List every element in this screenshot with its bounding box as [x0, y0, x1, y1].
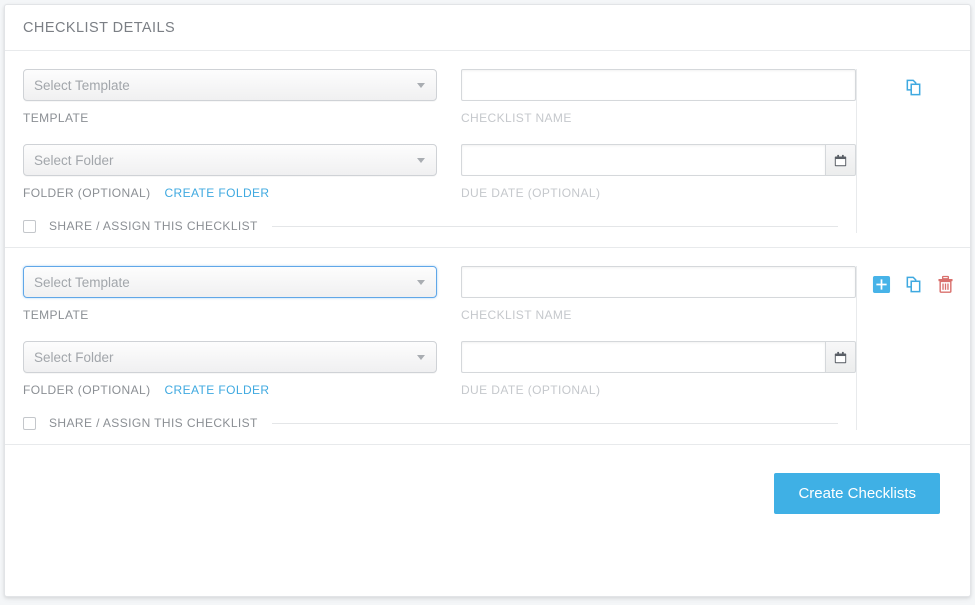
create-folder-link[interactable]: CREATE FOLDER — [164, 186, 269, 200]
checklist-fields: Select Template TEMPLATE CHECKLIST NAME — [5, 266, 856, 430]
card-header: CHECKLIST DETAILS — [5, 5, 970, 51]
copy-icon[interactable] — [903, 77, 924, 98]
row-actions — [856, 266, 970, 430]
create-folder-link[interactable]: CREATE FOLDER — [164, 383, 269, 397]
folder-select-value: Select Folder — [34, 152, 114, 168]
delete-icon[interactable] — [935, 274, 956, 295]
template-select-value: Select Template — [34, 77, 130, 93]
row-actions — [856, 69, 970, 233]
due-date-group — [460, 144, 856, 176]
chevron-down-icon — [416, 355, 425, 360]
checklist-row: Select Template TEMPLATE CHECKLIST NAME — [5, 51, 970, 248]
checklist-details-card: CHECKLIST DETAILS Select Template TEMPLA… — [4, 4, 971, 597]
checklist-name-label: CHECKLIST NAME — [460, 110, 572, 125]
due-date-label: DUE DATE (OPTIONAL) — [460, 185, 601, 200]
folder-select[interactable]: Select Folder — [23, 144, 437, 176]
checklist-row: Select Template TEMPLATE CHECKLIST NAME — [5, 248, 970, 445]
calendar-button[interactable] — [824, 144, 856, 176]
calendar-icon — [834, 351, 847, 363]
checklist-fields: Select Template TEMPLATE CHECKLIST NAME — [5, 69, 856, 233]
card-footer: Create Checklists — [5, 445, 970, 541]
folder-select-value: Select Folder — [34, 349, 114, 365]
folder-label: FOLDER (OPTIONAL) — [23, 382, 151, 397]
due-date-label: DUE DATE (OPTIONAL) — [460, 382, 601, 397]
checklist-name-input[interactable] — [460, 266, 856, 298]
template-label: TEMPLATE — [23, 307, 89, 322]
divider — [271, 225, 838, 227]
share-assign-row: SHARE / ASSIGN THIS CHECKLIST — [23, 416, 856, 430]
template-select[interactable]: Select Template — [23, 266, 437, 298]
calendar-button[interactable] — [824, 341, 856, 373]
share-assign-checkbox[interactable] — [23, 219, 36, 233]
share-assign-checkbox[interactable] — [23, 416, 36, 430]
chevron-down-icon — [416, 83, 425, 88]
folder-label-group: FOLDER (OPTIONAL) CREATE FOLDER — [23, 185, 437, 200]
calendar-icon — [834, 154, 847, 166]
copy-icon[interactable] — [903, 274, 924, 295]
template-label: TEMPLATE — [23, 110, 89, 125]
due-date-input[interactable] — [460, 341, 825, 373]
folder-label-group: FOLDER (OPTIONAL) CREATE FOLDER — [23, 382, 437, 397]
create-checklists-button[interactable]: Create Checklists — [774, 472, 940, 514]
template-select-value: Select Template — [34, 274, 130, 290]
share-assign-row: SHARE / ASSIGN THIS CHECKLIST — [23, 219, 856, 233]
chevron-down-icon — [416, 280, 425, 285]
divider — [271, 422, 838, 424]
share-assign-label: SHARE / ASSIGN THIS CHECKLIST — [49, 219, 258, 233]
chevron-down-icon — [416, 158, 425, 163]
add-icon[interactable] — [871, 274, 892, 295]
folder-label: FOLDER (OPTIONAL) — [23, 185, 151, 200]
due-date-group — [460, 341, 856, 373]
folder-select[interactable]: Select Folder — [23, 341, 437, 373]
checklist-name-input[interactable] — [460, 69, 856, 101]
share-assign-label: SHARE / ASSIGN THIS CHECKLIST — [49, 416, 258, 430]
checklist-name-label: CHECKLIST NAME — [460, 307, 572, 322]
page-title: CHECKLIST DETAILS — [23, 19, 176, 36]
template-select[interactable]: Select Template — [23, 69, 437, 101]
due-date-input[interactable] — [460, 144, 825, 176]
